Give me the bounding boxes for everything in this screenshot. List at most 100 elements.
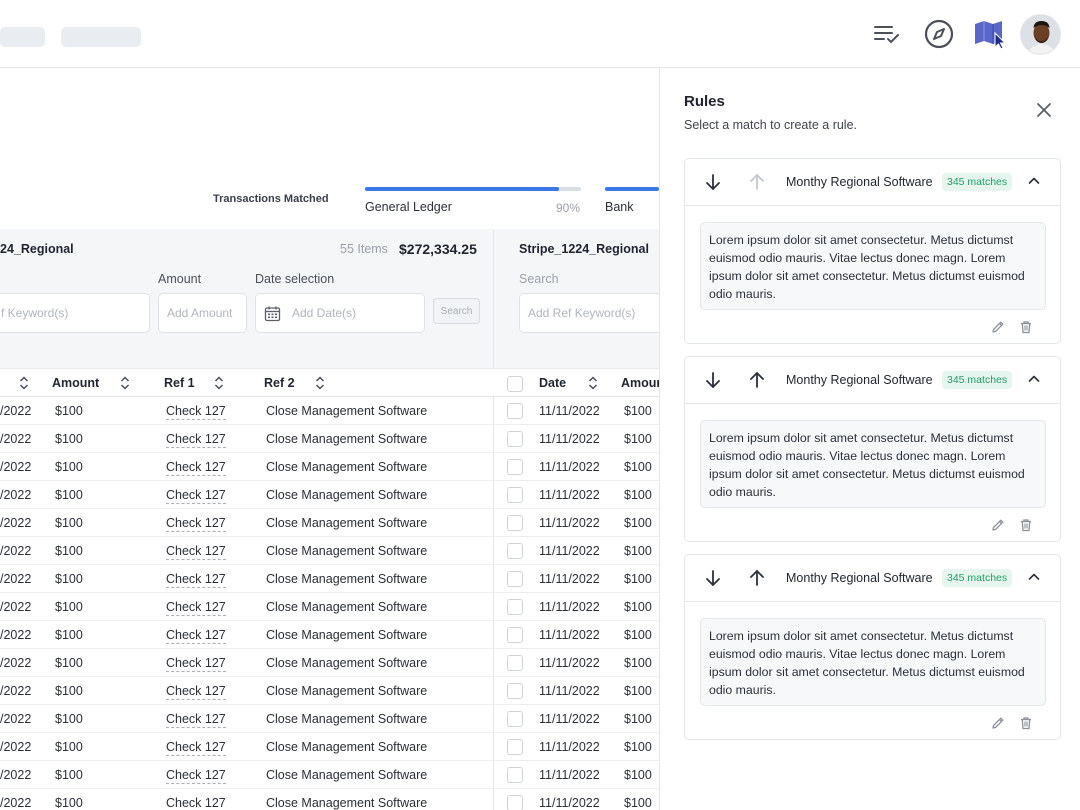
row-right-date: 11/11/2022	[539, 572, 600, 586]
checklist-icon[interactable]	[870, 17, 904, 51]
table-row[interactable]: /2022 $100 Check 127 Close Management Softw…	[0, 705, 659, 733]
table-row[interactable]: /2022 $100 Check 127 Close Management Softw…	[0, 481, 659, 509]
rule-card[interactable]: Monthy Regional Software 345 matches Lorem…	[684, 554, 1061, 740]
row-right-amount: $100	[624, 656, 652, 670]
trash-icon[interactable]	[1018, 517, 1034, 533]
edit-icon[interactable]	[990, 715, 1006, 731]
row-ref1[interactable]: Check 127	[166, 796, 226, 810]
arrow-up-icon[interactable]	[747, 370, 767, 390]
arrow-down-icon[interactable]	[703, 172, 723, 192]
row-ref1[interactable]: Check 127	[166, 768, 226, 784]
sort-icon[interactable]	[315, 375, 325, 391]
row-ref1[interactable]: Check 127	[166, 656, 226, 672]
row-right-amount: $100	[624, 628, 652, 642]
row-checkbox[interactable]	[507, 627, 523, 643]
row-checkbox[interactable]	[507, 683, 523, 699]
map-cursor-icon[interactable]	[973, 17, 1007, 51]
rule-description: Lorem ipsum dolor sit amet consectetur. …	[700, 222, 1046, 310]
arrow-down-icon[interactable]	[703, 370, 723, 390]
row-ref1[interactable]: Check 127	[166, 516, 226, 532]
table-row[interactable]: /2022 $100 Check 127 Close Management Softw…	[0, 453, 659, 481]
column-right-amount[interactable]: Amour	[621, 376, 661, 390]
table-row[interactable]: /2022 $100 Check 127 Close Management Softw…	[0, 789, 659, 810]
table-row[interactable]: /2022 $100 Check 127 Close Management Softw…	[0, 593, 659, 621]
chevron-up-icon[interactable]	[1026, 173, 1042, 189]
edit-icon[interactable]	[990, 319, 1006, 335]
table-row[interactable]: /2022 $100 Check 127 Close Management Softw…	[0, 509, 659, 537]
close-icon[interactable]	[1034, 100, 1054, 120]
row-checkbox[interactable]	[507, 655, 523, 671]
table-row[interactable]: /2022 $100 Check 127 Close Management Softw…	[0, 565, 659, 593]
row-checkbox[interactable]	[507, 767, 523, 783]
row-ref1[interactable]: Check 127	[166, 572, 226, 588]
matches-badge: 345 matches	[942, 371, 1013, 389]
row-ref1[interactable]: Check 127	[166, 460, 226, 476]
arrow-up-icon[interactable]	[747, 568, 767, 588]
table-row[interactable]: /2022 $100 Check 127 Close Management Softw…	[0, 761, 659, 789]
search-button[interactable]: Search	[433, 298, 480, 324]
ref-keyword-input[interactable]: Add Ref Keyword(s)	[519, 293, 669, 333]
row-ref1[interactable]: Check 127	[166, 712, 226, 728]
row-amount: $100	[55, 572, 83, 586]
chevron-up-icon[interactable]	[1026, 371, 1042, 387]
row-checkbox[interactable]	[507, 515, 523, 531]
row-checkbox[interactable]	[507, 459, 523, 475]
column-ref2[interactable]: Ref 2	[264, 376, 295, 390]
sort-icon[interactable]	[588, 375, 598, 391]
row-ref1-text: Check 127	[166, 488, 226, 504]
column-ref1[interactable]: Ref 1	[164, 376, 195, 390]
trash-icon[interactable]	[1018, 715, 1034, 731]
nav-placeholder	[0, 27, 45, 47]
rule-description: Lorem ipsum dolor sit amet consectetur. …	[700, 420, 1046, 508]
row-ref1[interactable]: Check 127	[166, 404, 226, 420]
row-checkbox[interactable]	[507, 403, 523, 419]
row-ref1[interactable]: Check 127	[166, 628, 226, 644]
rule-card[interactable]: Monthy Regional Software 345 matches Lorem…	[684, 158, 1061, 344]
table-row[interactable]: /2022 $100 Check 127 Close Management Softw…	[0, 621, 659, 649]
row-checkbox[interactable]	[507, 543, 523, 559]
row-checkbox[interactable]	[507, 711, 523, 727]
row-right-amount: $100	[624, 404, 652, 418]
table-row[interactable]: /2022 $100 Check 127 Close Management Softw…	[0, 677, 659, 705]
row-ref1-text: Check 127	[166, 460, 226, 476]
table-row[interactable]: /2022 $100 Check 127 Close Management Softw…	[0, 649, 659, 677]
table-row[interactable]: /2022 $100 Check 127 Close Management Softw…	[0, 425, 659, 453]
row-right-date: 11/11/2022	[539, 796, 600, 810]
avatar[interactable]	[1020, 14, 1061, 55]
row-ref1[interactable]: Check 127	[166, 544, 226, 560]
sort-icon[interactable]	[120, 375, 130, 391]
row-checkbox[interactable]	[507, 487, 523, 503]
column-amount[interactable]: Amount	[52, 376, 99, 390]
row-checkbox[interactable]	[507, 431, 523, 447]
row-right-amount: $100	[624, 768, 652, 782]
row-ref1[interactable]: Check 127	[166, 684, 226, 700]
select-all-checkbox[interactable]	[507, 376, 523, 392]
sort-icon[interactable]	[214, 375, 224, 391]
rule-card[interactable]: Monthy Regional Software 345 matches Lorem…	[684, 356, 1061, 542]
sort-icon[interactable]	[19, 375, 29, 391]
column-right-date[interactable]: Date	[539, 376, 566, 390]
table-row[interactable]: /2022 $100 Check 127 Close Management Softw…	[0, 733, 659, 761]
row-amount: $100	[55, 488, 83, 502]
row-ref1[interactable]: Check 127	[166, 600, 226, 616]
table-row[interactable]: /2022 $100 Check 127 Close Management Softw…	[0, 397, 659, 425]
edit-icon[interactable]	[990, 517, 1006, 533]
row-checkbox[interactable]	[507, 599, 523, 615]
row-ref2: Close Management Software	[266, 572, 428, 586]
amount-input[interactable]: Add Amount	[158, 293, 247, 333]
arrow-up-icon[interactable]	[747, 172, 767, 192]
row-ref2: Close Management Software	[266, 740, 428, 754]
compass-icon[interactable]	[922, 17, 956, 51]
chevron-up-icon[interactable]	[1026, 569, 1042, 585]
row-ref1[interactable]: Check 127	[166, 432, 226, 448]
keyword-input[interactable]: f Keyword(s)	[0, 293, 150, 333]
table-row[interactable]: /2022 $100 Check 127 Close Management Softw…	[0, 537, 659, 565]
row-ref1[interactable]: Check 127	[166, 488, 226, 504]
row-ref1[interactable]: Check 127	[166, 740, 226, 756]
trash-icon[interactable]	[1018, 319, 1034, 335]
row-checkbox[interactable]	[507, 571, 523, 587]
row-checkbox[interactable]	[507, 739, 523, 755]
row-amount: $100	[55, 768, 83, 782]
arrow-down-icon[interactable]	[703, 568, 723, 588]
row-checkbox[interactable]	[507, 795, 523, 810]
